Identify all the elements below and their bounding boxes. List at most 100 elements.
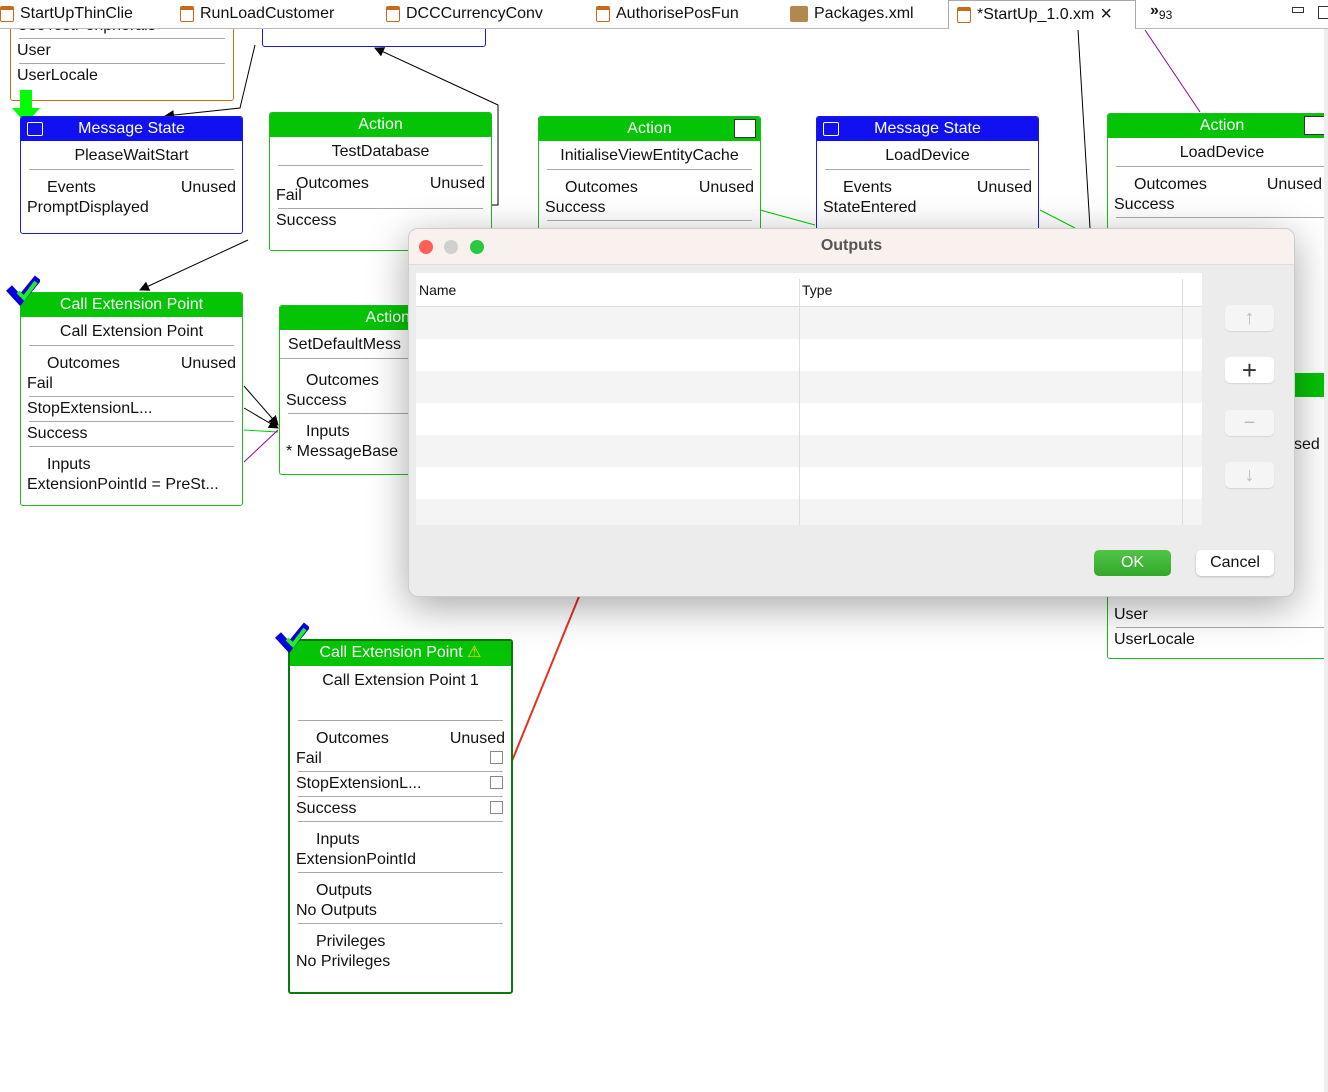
outputs-table[interactable]: Name Type xyxy=(416,273,1202,525)
move-down-button[interactable]: ↓ xyxy=(1225,462,1274,488)
node-header: Message State xyxy=(874,120,981,137)
column-divider xyxy=(799,279,800,525)
outcome-item: StopExtensionL... xyxy=(27,400,153,417)
file-icon xyxy=(596,6,610,22)
unused-label: Unused xyxy=(180,179,236,196)
outcome-row: Fail xyxy=(290,749,511,769)
state-icon xyxy=(27,122,43,136)
tab-packages-xml[interactable]: Packages.xml xyxy=(782,0,948,29)
node-name: InitialiseViewEntityCache xyxy=(547,141,752,170)
events-label: Events xyxy=(843,179,892,196)
node-name: LoadDevice xyxy=(1116,138,1328,167)
close-tab-icon[interactable]: × xyxy=(1100,3,1112,26)
node-name: PleaseWaitStart xyxy=(29,141,234,170)
unused-checkbox[interactable] xyxy=(490,751,503,764)
outcome-item: Fail xyxy=(296,750,322,767)
unused-label: Unused xyxy=(698,179,754,196)
file-icon xyxy=(957,6,971,23)
column-header-name[interactable]: Name xyxy=(416,273,799,306)
chevron-icon: » xyxy=(1150,1,1159,19)
node-header: Action xyxy=(270,113,491,137)
privileges-value: No Privileges xyxy=(296,953,391,970)
table-row[interactable] xyxy=(416,435,1202,467)
unused-label: Unused xyxy=(976,179,1032,196)
outputs-value: No Outputs xyxy=(296,902,377,919)
outcomes-label: Outcomes xyxy=(1134,176,1207,193)
maximize-icon[interactable] xyxy=(1318,6,1328,19)
call-extension-point-node-selected[interactable]: Call Extension Point ⚠ Call Extension Po… xyxy=(288,639,513,994)
node-header: Action xyxy=(1199,117,1245,134)
outcome-item: Fail xyxy=(27,375,53,392)
table-row[interactable] xyxy=(416,307,1202,339)
tab-dcccurrencyconv[interactable]: DCCCurrencyConv xyxy=(378,0,588,29)
input-item: * MessageBase xyxy=(286,443,399,460)
unused-label: Unused xyxy=(429,175,485,192)
tab-overflow[interactable]: » 93 xyxy=(1136,0,1180,29)
minimize-window-button[interactable] xyxy=(444,240,458,254)
inputs-label: Inputs xyxy=(47,456,91,473)
outcomes-label: Outcomes xyxy=(316,730,389,747)
call-extension-point-node[interactable]: Call Extension Point Call Extension Poin… xyxy=(20,292,243,506)
tab-runloadcustomer[interactable]: RunLoadCustomer xyxy=(172,0,378,29)
column-divider xyxy=(1182,279,1183,525)
cancel-button[interactable]: Cancel xyxy=(1196,550,1274,576)
outcomes-label: Outcomes xyxy=(47,355,120,372)
outputs-dialog: Outputs Name Type ↑ + − ↓ OK Cancel xyxy=(408,228,1295,597)
tab-label: RunLoadCustomer xyxy=(200,5,335,22)
node-name: Call Extension Point xyxy=(29,317,234,346)
node-header: Action xyxy=(627,120,672,137)
action-icon xyxy=(734,119,756,138)
canvas-scrollbar[interactable] xyxy=(1324,29,1328,1092)
close-window-button[interactable] xyxy=(419,240,433,254)
zoom-window-button[interactable] xyxy=(470,240,484,254)
minimize-icon[interactable] xyxy=(1292,7,1304,13)
outcome-item: Success xyxy=(1114,196,1175,213)
outcomes-label: Outcomes xyxy=(306,372,379,389)
privileges-label: Privileges xyxy=(316,933,386,950)
list-item: User xyxy=(1114,606,1148,623)
column-header-type[interactable]: Type xyxy=(799,273,832,306)
input-item: ExtensionPointId = PreSt... xyxy=(27,476,219,493)
node-header: Call Extension Point xyxy=(21,293,242,317)
unused-checkbox[interactable] xyxy=(490,801,503,814)
file-icon xyxy=(180,6,194,22)
outputs-label: Outputs xyxy=(316,882,373,899)
extension-point-icon xyxy=(6,274,42,307)
table-row[interactable] xyxy=(416,499,1202,525)
tab-authoriseposfun[interactable]: AuthorisePosFun xyxy=(588,0,782,29)
remove-button[interactable]: − xyxy=(1225,410,1274,436)
outcome-row: StopExtensionL... xyxy=(290,774,511,794)
outcome-item: Success xyxy=(286,392,347,409)
ok-button[interactable]: OK xyxy=(1094,550,1171,576)
node-name: Call Extension Point 1 xyxy=(298,666,503,721)
table-header: Name Type xyxy=(416,273,1202,307)
message-state-node-pleasewaitstart[interactable]: Message State PleaseWaitStart Events Unus… xyxy=(20,116,243,234)
unused-checkbox[interactable] xyxy=(490,776,503,789)
outcomes-label: Outcomes xyxy=(565,179,638,196)
action-node-setdefaultmessage[interactable]: Action SetDefaultMess Outcomes Success I… xyxy=(279,305,429,475)
table-row[interactable] xyxy=(416,403,1202,435)
file-icon xyxy=(386,6,400,22)
table-row[interactable] xyxy=(416,371,1202,403)
events-label: Events xyxy=(47,179,96,196)
tab-startupthinclient[interactable]: StartUpThinClie xyxy=(0,0,172,29)
inputs-label: Inputs xyxy=(316,831,360,848)
package-icon xyxy=(790,6,808,22)
table-row[interactable] xyxy=(416,467,1202,499)
table-row[interactable] xyxy=(416,339,1202,371)
action-icon xyxy=(1304,116,1326,135)
add-button[interactable]: + xyxy=(1225,357,1274,383)
tab-label: StartUpThinClie xyxy=(20,5,133,22)
event-item: StateEntered xyxy=(823,199,917,216)
dialog-title: Outputs xyxy=(820,237,883,254)
file-icon xyxy=(0,6,14,22)
node-name: LoadDevice xyxy=(825,141,1030,170)
unused-label: Unused xyxy=(449,730,505,747)
tab-label: *StartUp_1.0.xm xyxy=(977,5,1095,23)
partial-text: sed xyxy=(1294,436,1320,453)
outcome-row: Success xyxy=(290,799,511,819)
tab-startup-active[interactable]: *StartUp_1.0.xm × xyxy=(948,0,1136,29)
move-up-button[interactable]: ↑ xyxy=(1225,305,1274,331)
list-item: UserLocale xyxy=(1114,631,1195,648)
node-header: Call Extension Point xyxy=(319,644,463,661)
